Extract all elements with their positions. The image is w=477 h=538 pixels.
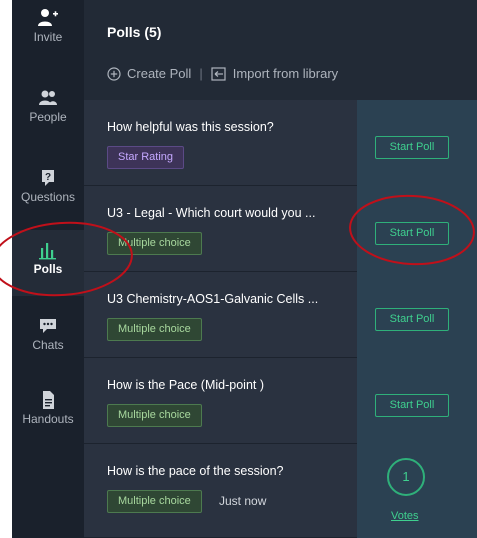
people-icon bbox=[39, 90, 57, 105]
sidebar-item-invite[interactable]: Invite bbox=[12, 8, 84, 88]
poll-title: U3 - Legal - Which court would you ... bbox=[107, 206, 316, 220]
sidebar-item-label: Polls bbox=[33, 262, 63, 276]
poll-timestamp: Just now bbox=[219, 494, 267, 508]
votes-link[interactable]: Votes bbox=[391, 510, 419, 522]
sidebar-item-handouts[interactable]: Handouts bbox=[12, 390, 84, 470]
poll-title: How helpful was this session? bbox=[107, 120, 274, 134]
poll-type-badge: Multiple choice bbox=[107, 404, 202, 427]
poll-title: How is the Pace (Mid-point ) bbox=[107, 378, 265, 392]
poll-title: U3 Chemistry-AOS1-Galvanic Cells ... bbox=[107, 292, 319, 306]
sidebar-item-polls[interactable]: Polls bbox=[12, 230, 84, 296]
polls-actions: Create Poll | Import from library bbox=[107, 66, 338, 81]
create-poll-label: Create Poll bbox=[127, 66, 192, 81]
sidebar-item-chats[interactable]: Chats bbox=[12, 316, 84, 396]
sidebar-item-label: Chats bbox=[32, 338, 64, 352]
document-icon bbox=[43, 391, 54, 409]
sidebar-item-label: Handouts bbox=[22, 412, 74, 426]
poll-type-badge: Multiple choice bbox=[107, 490, 202, 513]
start-poll-button[interactable]: Start Poll bbox=[375, 394, 449, 417]
bar-chart-icon bbox=[39, 243, 56, 260]
start-poll-button[interactable]: Start Poll bbox=[375, 308, 449, 331]
svg-text:?: ? bbox=[45, 172, 51, 183]
page-title: Polls (5) bbox=[107, 24, 162, 40]
import-library-button[interactable]: Import from library bbox=[211, 66, 338, 81]
app-frame: Invite People ? Questions Polls Chats Ha… bbox=[12, 0, 477, 538]
polls-panel: Polls (5) Create Poll | Import from libr… bbox=[84, 0, 477, 538]
question-icon: ? bbox=[42, 170, 54, 186]
create-poll-button[interactable]: Create Poll bbox=[107, 66, 191, 81]
actions-separator: | bbox=[199, 66, 203, 81]
poll-type-badge: Star Rating bbox=[107, 146, 185, 169]
sidebar-item-people[interactable]: People bbox=[12, 88, 84, 168]
chat-icon bbox=[40, 319, 56, 333]
sidebar: Invite People ? Questions Polls Chats Ha… bbox=[12, 0, 84, 538]
add-person-icon bbox=[38, 9, 58, 26]
add-circle-icon bbox=[107, 66, 121, 81]
poll-row[interactable]: U3 Chemistry-AOS1-Galvanic Cells ... Mul… bbox=[84, 272, 357, 358]
poll-actions-column: Start Poll Start Poll Start Poll Start P… bbox=[357, 100, 477, 538]
sidebar-item-label: Questions bbox=[20, 190, 76, 204]
import-library-label: Import from library bbox=[232, 66, 339, 81]
poll-type-badge: Multiple choice bbox=[107, 232, 202, 255]
poll-type-badge: Multiple choice bbox=[107, 318, 202, 341]
votes-count[interactable]: 1 bbox=[387, 458, 425, 496]
sidebar-item-label: People bbox=[29, 110, 67, 124]
poll-row[interactable]: U3 - Legal - Which court would you ... M… bbox=[84, 186, 357, 272]
start-poll-button[interactable]: Start Poll bbox=[375, 136, 449, 159]
poll-row[interactable]: How helpful was this session? Star Ratin… bbox=[84, 100, 357, 186]
poll-row[interactable]: How is the pace of the session? Multiple… bbox=[84, 444, 357, 538]
start-poll-button[interactable]: Start Poll bbox=[375, 222, 449, 245]
sidebar-item-label: Invite bbox=[33, 30, 63, 44]
polls-header: Polls (5) Create Poll | Import from libr… bbox=[84, 0, 477, 100]
import-icon bbox=[211, 66, 226, 81]
poll-title: How is the pace of the session? bbox=[107, 464, 284, 478]
poll-row[interactable]: How is the Pace (Mid-point ) Multiple ch… bbox=[84, 358, 357, 444]
